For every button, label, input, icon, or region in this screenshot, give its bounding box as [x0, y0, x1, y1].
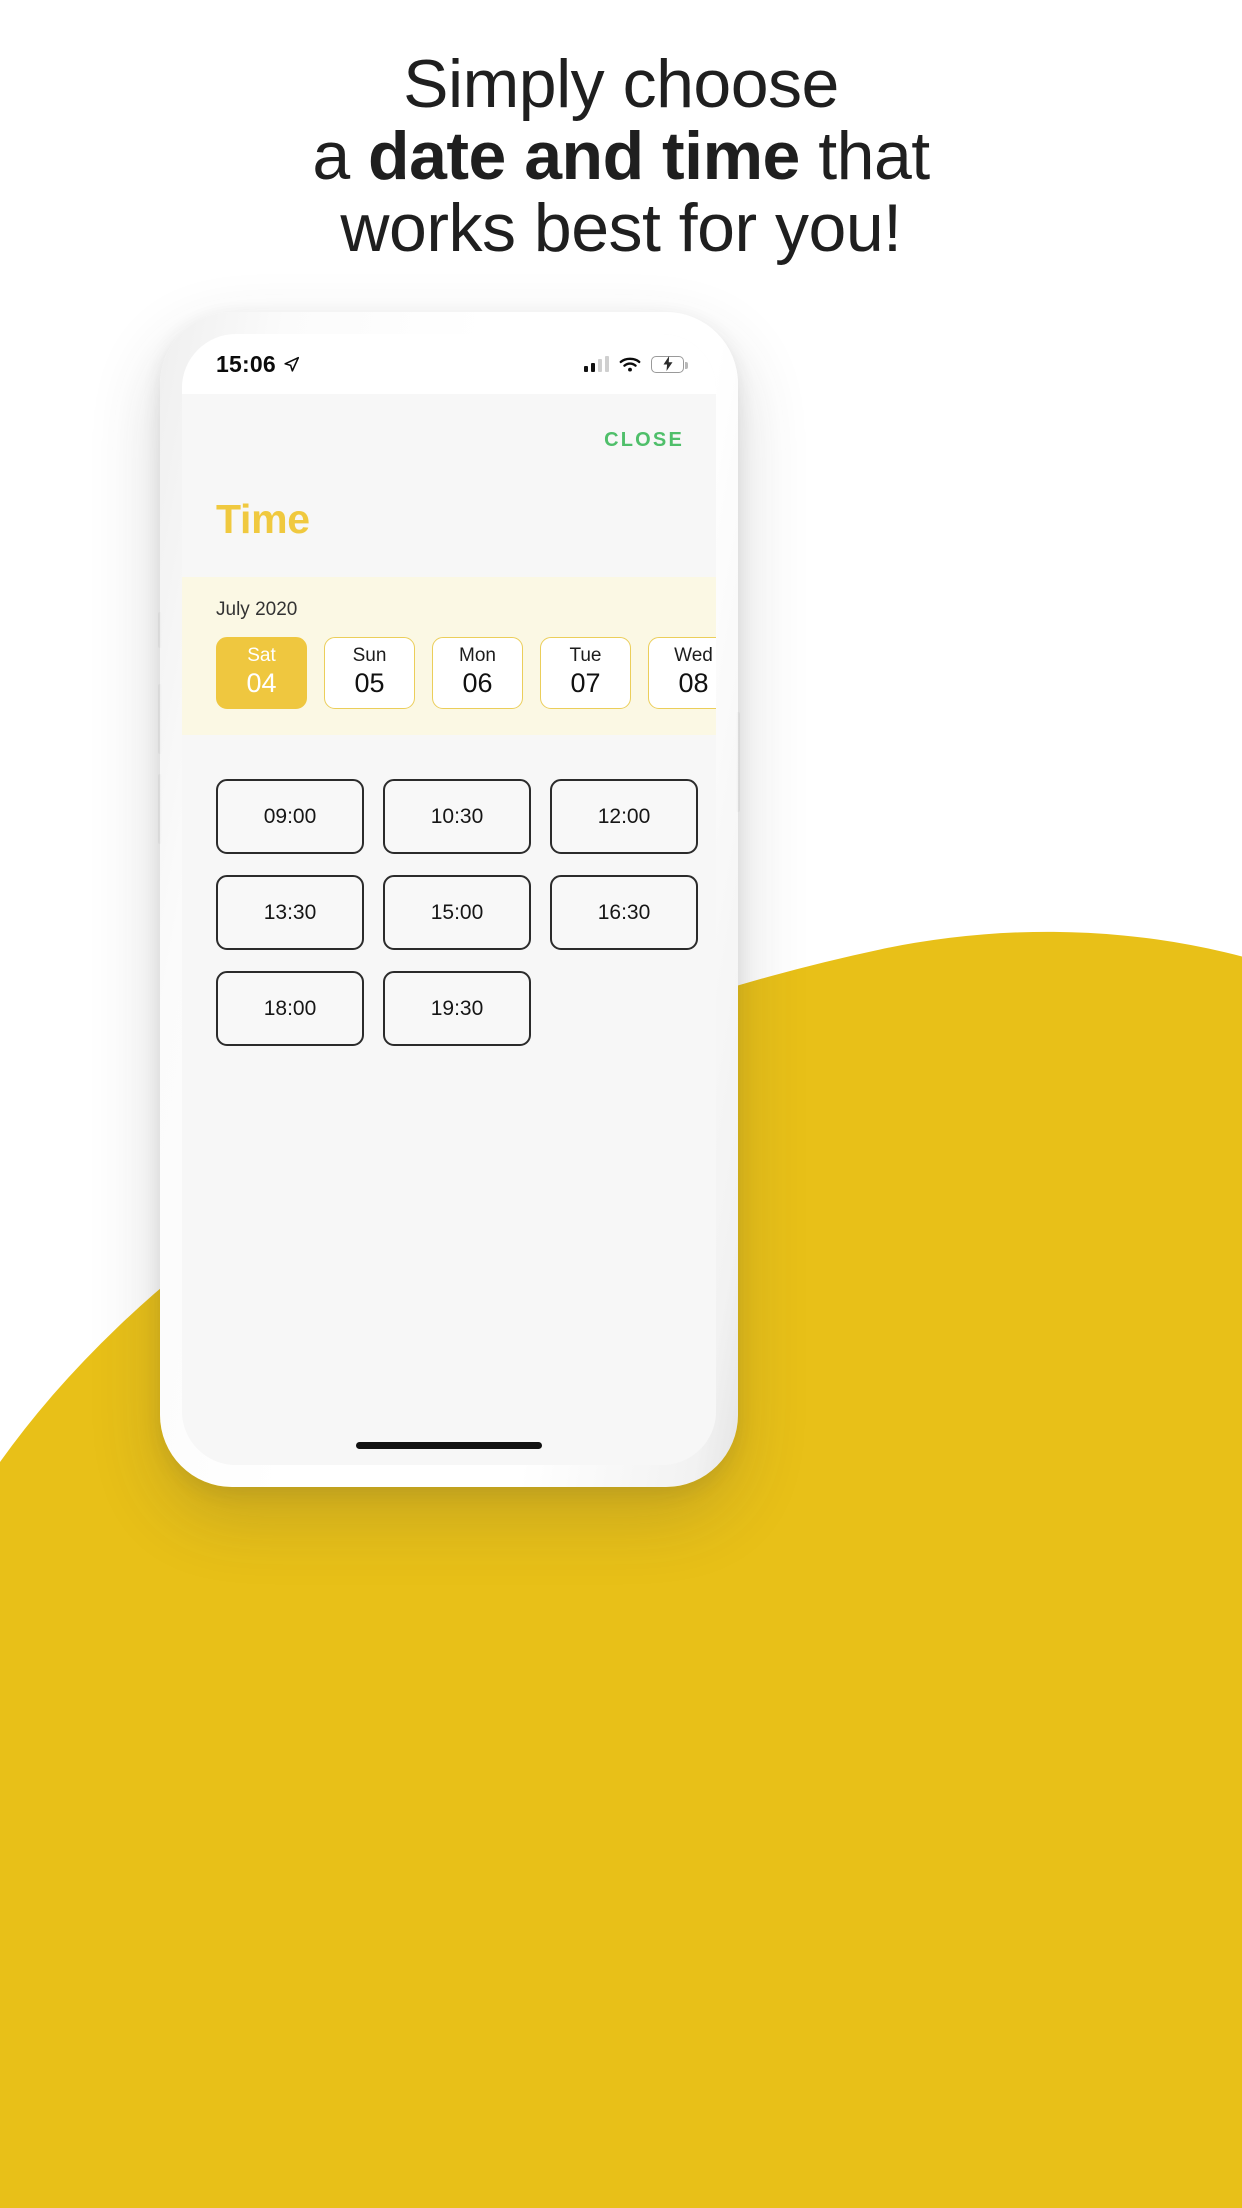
home-indicator[interactable]: [356, 1442, 542, 1449]
date-chip-weekday: Mon: [459, 645, 496, 667]
time-slot-0900[interactable]: 09:00: [216, 779, 364, 854]
close-button[interactable]: CLOSE: [604, 429, 684, 452]
date-chip-list[interactable]: Sat 04 Sun 05 Mon 06 Tue 07 Wed 08: [182, 637, 716, 709]
time-slot-grid[interactable]: 09:00 10:30 12:00 13:30 15:00 16:30 18:0…: [182, 735, 716, 1046]
date-chip-weekday: Tue: [569, 645, 602, 667]
date-chip-weekday: Sat: [247, 645, 276, 667]
page-title: Time: [216, 496, 310, 542]
date-chip-day: 08: [678, 668, 709, 699]
headline-line-2-prefix: a: [312, 118, 369, 195]
battery-charging-icon: [651, 355, 688, 373]
cellular-signal-icon: [583, 356, 609, 372]
date-chip-day: 05: [354, 668, 385, 699]
time-slot-1030[interactable]: 10:30: [383, 779, 531, 854]
headline-line-1: Simply choose: [403, 46, 839, 122]
power-button[interactable]: [736, 712, 740, 812]
charging-bolt-icon: [652, 356, 683, 372]
date-chip-sat-04[interactable]: Sat 04: [216, 637, 307, 709]
wifi-icon: [619, 357, 641, 372]
status-bar-right: [583, 355, 688, 373]
location-arrow-icon: [284, 356, 299, 372]
time-slot-1630[interactable]: 16:30: [550, 875, 698, 950]
phone-mockup: 15:06 CLOSE Time July 2020 Sat 04 Sun 05…: [158, 312, 740, 1487]
date-chip-day: 07: [570, 668, 601, 699]
status-bar-clock: 15:06: [216, 350, 276, 377]
date-chip-day: 04: [246, 668, 277, 699]
time-slot-1930[interactable]: 19:30: [383, 971, 531, 1046]
phone-screen: 15:06 CLOSE Time July 2020 Sat 04 Sun 05…: [182, 334, 716, 1465]
headline-line-3: works best for you!: [340, 190, 902, 267]
headline-line-2: a date and time that: [0, 120, 1242, 192]
date-chip-wed-08[interactable]: Wed 08: [648, 637, 716, 709]
status-bar: 15:06: [182, 334, 716, 394]
date-picker-strip[interactable]: July 2020 Sat 04 Sun 05 Mon 06 Tue 07 We…: [182, 577, 716, 735]
close-row: CLOSE: [182, 394, 716, 486]
date-chip-weekday: Sun: [352, 645, 387, 667]
date-chip-tue-07[interactable]: Tue 07: [540, 637, 631, 709]
time-slot-1800[interactable]: 18:00: [216, 971, 364, 1046]
promo-headline: Simply choose a date and time that works…: [0, 48, 1242, 264]
volume-down-button[interactable]: [158, 774, 162, 844]
month-label: July 2020: [216, 599, 298, 620]
time-slot-1330[interactable]: 13:30: [216, 875, 364, 950]
status-bar-left: 15:06: [216, 351, 300, 378]
time-slot-1200[interactable]: 12:00: [550, 779, 698, 854]
booking-app-content: CLOSE Time July 2020 Sat 04 Sun 05 Mon 0…: [182, 394, 716, 1465]
date-chip-weekday: Wed: [674, 645, 713, 667]
date-chip-sun-05[interactable]: Sun 05: [324, 637, 415, 709]
app-store-promo-screenshot: Simply choose a date and time that works…: [0, 0, 1242, 2208]
headline-line-2-emphasis: date and time: [368, 118, 800, 195]
time-slot-1500[interactable]: 15:00: [383, 875, 531, 950]
volume-up-button[interactable]: [158, 684, 162, 754]
silent-switch[interactable]: [158, 612, 162, 648]
date-chip-day: 06: [462, 668, 493, 699]
date-chip-mon-06[interactable]: Mon 06: [432, 637, 523, 709]
headline-line-2-suffix: that: [799, 118, 930, 195]
